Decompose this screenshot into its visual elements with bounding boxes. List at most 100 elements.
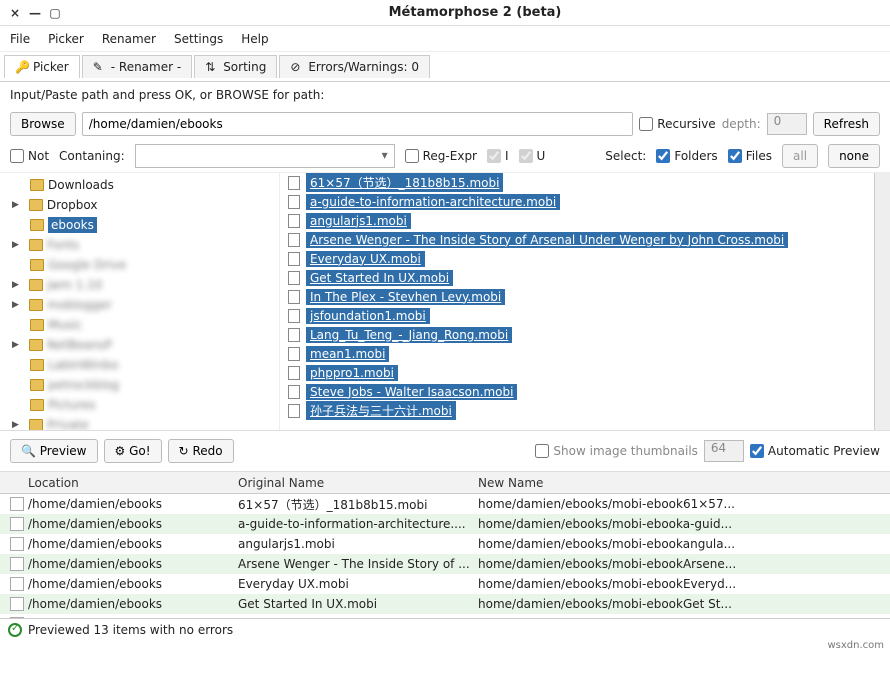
folder-icon — [30, 179, 44, 191]
col-newname[interactable]: New Name — [478, 476, 890, 490]
table-row[interactable]: /home/damien/ebooks61×57（节选）_181b8b15.mo… — [0, 494, 890, 514]
close-icon[interactable]: × — [8, 6, 22, 20]
preview-button[interactable]: 🔍 Preview — [10, 439, 98, 463]
cell-newname: home/damien/ebooks/mobi-ebookGet St... — [478, 597, 890, 611]
table-row[interactable]: /home/damien/ebooksEveryday UX.mobihome/… — [0, 574, 890, 594]
tree-item[interactable]: Pictures — [0, 395, 279, 415]
tree-item[interactable]: Private — [0, 415, 279, 430]
renamer-icon: ✎ — [93, 60, 107, 74]
redo-icon: ↻ — [179, 444, 189, 458]
table-row[interactable]: /home/damien/ebooksGet Started In UX.mob… — [0, 594, 890, 614]
scrollbar[interactable] — [874, 173, 890, 430]
tab-picker[interactable]: 🔑 Picker — [4, 55, 80, 78]
table-row[interactable]: /home/damien/ebooksa-guide-to-informatio… — [0, 514, 890, 534]
tree-label: Google Drive — [48, 258, 126, 272]
table-row[interactable]: /home/damien/ebooksIn The Plex - Stevhen… — [0, 614, 890, 618]
folder-tree[interactable]: Downloads DropboxebooksFonts Google Drive j… — [0, 173, 280, 430]
folder-icon — [30, 399, 44, 411]
i-checkbox[interactable]: I — [487, 149, 509, 163]
file-row[interactable]: In The Plex - Stevhen Levy.mobi — [280, 287, 874, 306]
refresh-button[interactable]: Refresh — [813, 112, 880, 136]
recursive-check[interactable] — [639, 117, 653, 131]
table-row[interactable]: /home/damien/ebooksangularjs1.mobihome/d… — [0, 534, 890, 554]
file-row[interactable]: Arsene Wenger - The Inside Story of Arse… — [280, 230, 874, 249]
folder-icon — [30, 259, 44, 271]
file-icon — [288, 195, 300, 209]
cell-original: angularjs1.mobi — [238, 537, 478, 551]
menu-file[interactable]: File — [10, 32, 30, 46]
file-row[interactable]: a-guide-to-information-architecture.mobi — [280, 192, 874, 211]
recursive-checkbox[interactable]: Recursive — [639, 117, 715, 131]
file-row[interactable]: 孙子兵法与三十六计.mobi — [280, 401, 874, 420]
containing-combo[interactable] — [135, 144, 395, 168]
file-row[interactable]: phppro1.mobi — [280, 363, 874, 382]
tree-label: Music — [48, 318, 82, 332]
maximize-icon[interactable]: ▢ — [48, 6, 62, 20]
menu-help[interactable]: Help — [241, 32, 268, 46]
tree-item[interactable]: Google Drive — [0, 255, 279, 275]
depth-spinner[interactable]: 0 — [767, 113, 807, 135]
thumbs-checkbox[interactable]: Show image thumbnails — [535, 444, 698, 458]
menu-settings[interactable]: Settings — [174, 32, 223, 46]
tree-item[interactable]: Dropbox — [0, 195, 279, 215]
tab-errors[interactable]: ⊘ Errors/Warnings: 0 — [279, 55, 430, 78]
cell-original: In The Plex - Stevhen Levy.mobi — [238, 617, 478, 618]
tree-item[interactable]: LabInWinbo — [0, 355, 279, 375]
file-row[interactable]: Get Started In UX.mobi — [280, 268, 874, 287]
redo-button[interactable]: ↻ Redo — [168, 439, 234, 463]
file-row[interactable]: jsfoundation1.mobi — [280, 306, 874, 325]
picker-icon: 🔑 — [15, 60, 29, 74]
menu-picker[interactable]: Picker — [48, 32, 84, 46]
tab-label: Errors/Warnings: 0 — [308, 60, 419, 74]
not-checkbox[interactable]: Not — [10, 149, 49, 163]
file-name: In The Plex - Stevhen Levy.mobi — [306, 289, 505, 305]
file-row[interactable]: Lang_Tu_Teng_-_Jiang_Rong.mobi — [280, 325, 874, 344]
cell-location: /home/damien/ebooks — [28, 597, 238, 611]
titlebar: × — ▢ Métamorphose 2 (beta) — [0, 0, 890, 26]
tree-item[interactable]: Downloads — [0, 175, 279, 195]
none-button[interactable]: none — [828, 144, 880, 168]
file-row[interactable]: angularjs1.mobi — [280, 211, 874, 230]
cell-newname: home/damien/ebooks/mobi-ebookArsene... — [478, 557, 890, 571]
regexpr-checkbox[interactable]: Reg-Expr — [405, 149, 477, 163]
table-row[interactable]: /home/damien/ebooksArsene Wenger - The I… — [0, 554, 890, 574]
file-row[interactable]: Steve Jobs - Walter Isaacson.mobi — [280, 382, 874, 401]
select-label: Select: — [605, 149, 646, 163]
tree-item[interactable]: Fonts — [0, 235, 279, 255]
tree-item[interactable]: petrockblog — [0, 375, 279, 395]
folder-icon — [30, 359, 44, 371]
files-checkbox[interactable]: Files — [728, 149, 772, 163]
tab-sorting[interactable]: ⇅ Sorting — [194, 55, 277, 78]
u-checkbox[interactable]: U — [519, 149, 546, 163]
tab-renamer[interactable]: ✎ - Renamer - — [82, 55, 192, 78]
tree-item[interactable]: moblogger — [0, 295, 279, 315]
col-location[interactable]: Location — [28, 476, 238, 490]
tree-label: Downloads — [48, 178, 114, 192]
tree-item[interactable]: jwm 1.10 — [0, 275, 279, 295]
file-row[interactable]: Everyday UX.mobi — [280, 249, 874, 268]
tree-item[interactable]: NetBeansP — [0, 335, 279, 355]
table-body[interactable]: /home/damien/ebooks61×57（节选）_181b8b15.mo… — [0, 494, 890, 618]
cell-original: Get Started In UX.mobi — [238, 597, 478, 611]
preview-icon: 🔍 — [21, 444, 36, 458]
tree-item[interactable]: Music — [0, 315, 279, 335]
cell-original: Arsene Wenger - The Inside Story of ... — [238, 557, 478, 571]
col-original[interactable]: Original Name — [238, 476, 478, 490]
row-icon — [10, 497, 24, 511]
minimize-icon[interactable]: — — [28, 6, 42, 20]
auto-preview-checkbox[interactable]: Automatic Preview — [750, 444, 880, 458]
tab-label: - Renamer - — [111, 60, 181, 74]
go-button[interactable]: ⚙ Go! — [104, 439, 162, 463]
folders-checkbox[interactable]: Folders — [656, 149, 717, 163]
file-list[interactable]: 61×57（节选）_181b8b15.mobi a-guide-to-inform… — [280, 173, 874, 430]
file-row[interactable]: 61×57（节选）_181b8b15.mobi — [280, 173, 874, 192]
browse-button[interactable]: Browse — [10, 112, 76, 136]
thumb-size-spinner[interactable]: 64 — [704, 440, 744, 462]
path-instruction: Input/Paste path and press OK, or BROWSE… — [0, 82, 890, 108]
path-input[interactable] — [82, 112, 634, 136]
file-row[interactable]: mean1.mobi — [280, 344, 874, 363]
tree-item[interactable]: ebooks — [0, 215, 279, 235]
file-name: a-guide-to-information-architecture.mobi — [306, 194, 560, 210]
menu-renamer[interactable]: Renamer — [102, 32, 156, 46]
all-button[interactable]: all — [782, 144, 818, 168]
